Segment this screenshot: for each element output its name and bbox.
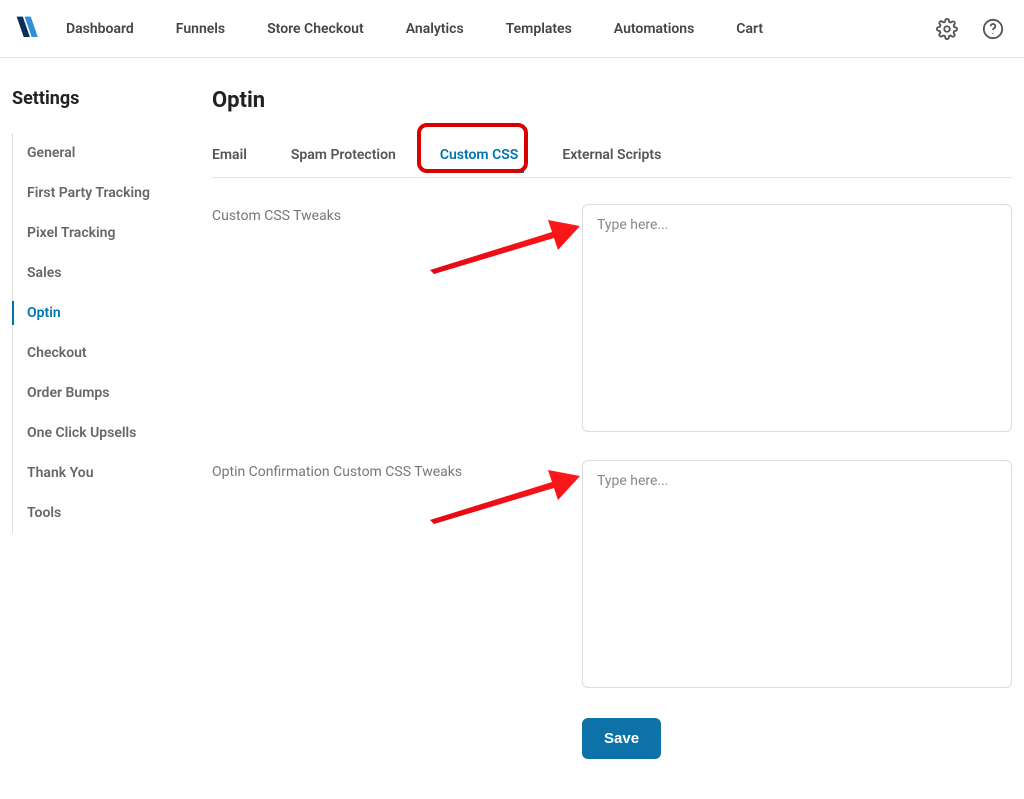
tab-custom-css[interactable]: Custom CSS — [440, 141, 519, 173]
tab-spam-protection[interactable]: Spam Protection — [291, 141, 396, 177]
textarea-custom-css[interactable] — [582, 204, 1012, 432]
save-row: Save — [212, 718, 1012, 759]
field-label-custom-css: Custom CSS Tweaks — [212, 204, 582, 224]
field-custom-css: Custom CSS Tweaks — [212, 204, 1012, 436]
nav-funnels[interactable]: Funnels — [176, 21, 225, 37]
sidebar-item-one-click-upsells[interactable]: One Click Upsells — [13, 413, 192, 453]
sidebar-item-general[interactable]: General — [13, 133, 192, 173]
sidebar: Settings General First Party Tracking Pi… — [12, 88, 192, 759]
main: Optin Email Spam Protection Custom CSS E… — [212, 88, 1012, 759]
tab-email[interactable]: Email — [212, 141, 247, 177]
sidebar-item-tools[interactable]: Tools — [13, 493, 192, 533]
top-nav: Dashboard Funnels Store Checkout Analyti… — [0, 0, 1024, 58]
sidebar-item-thank-you[interactable]: Thank You — [13, 453, 192, 493]
save-button[interactable]: Save — [582, 718, 661, 759]
nav-analytics[interactable]: Analytics — [406, 21, 464, 37]
sidebar-item-sales[interactable]: Sales — [13, 253, 192, 293]
content: Settings General First Party Tracking Pi… — [0, 58, 1024, 799]
nav-icons — [936, 18, 1004, 40]
nav-store-checkout[interactable]: Store Checkout — [267, 21, 364, 37]
sidebar-list: General First Party Tracking Pixel Track… — [12, 133, 192, 533]
logo — [12, 12, 46, 46]
tab-external-scripts[interactable]: External Scripts — [562, 141, 661, 177]
textarea-optin-confirmation-css[interactable] — [582, 460, 1012, 688]
sidebar-title: Settings — [12, 88, 192, 109]
nav-items: Dashboard Funnels Store Checkout Analyti… — [66, 21, 936, 37]
nav-templates[interactable]: Templates — [506, 21, 572, 37]
sidebar-item-first-party-tracking[interactable]: First Party Tracking — [13, 173, 192, 213]
field-label-optin-confirmation-css: Optin Confirmation Custom CSS Tweaks — [212, 460, 582, 480]
page-title: Optin — [212, 88, 1012, 113]
field-optin-confirmation-css: Optin Confirmation Custom CSS Tweaks — [212, 460, 1012, 692]
nav-automations[interactable]: Automations — [614, 21, 695, 37]
sidebar-item-pixel-tracking[interactable]: Pixel Tracking — [13, 213, 192, 253]
sidebar-item-checkout[interactable]: Checkout — [13, 333, 192, 373]
tabs: Email Spam Protection Custom CSS Externa… — [212, 141, 1012, 178]
nav-dashboard[interactable]: Dashboard — [66, 21, 134, 37]
sidebar-item-order-bumps[interactable]: Order Bumps — [13, 373, 192, 413]
sidebar-item-optin[interactable]: Optin — [13, 293, 192, 333]
gear-icon[interactable] — [936, 18, 958, 40]
nav-cart[interactable]: Cart — [736, 21, 763, 37]
help-icon[interactable] — [982, 18, 1004, 40]
